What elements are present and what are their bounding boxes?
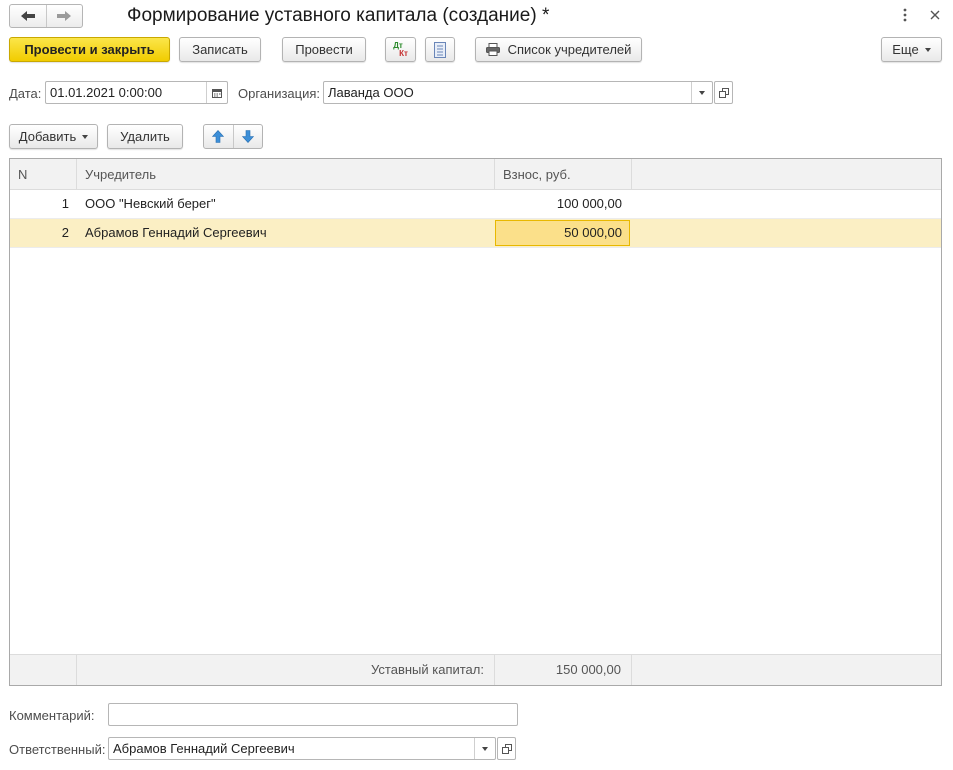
- responsible-value: Абрамов Геннадий Сергеевич: [113, 741, 295, 756]
- chevron-down-icon: [699, 90, 705, 95]
- open-window-icon: [718, 87, 729, 98]
- kt-icon-label: Кт: [399, 48, 408, 58]
- move-row-group: [203, 124, 263, 149]
- window-title: Формирование уставного капитала (создани…: [127, 5, 550, 26]
- founders-list-label: Список учредителей: [507, 42, 632, 57]
- footer-empty-cell: [10, 655, 77, 685]
- row-number: 1: [61, 196, 69, 211]
- calendar-icon: [212, 88, 222, 98]
- save-button[interactable]: Записать: [179, 37, 261, 62]
- post-and-close-button[interactable]: Провести и закрыть: [9, 37, 170, 62]
- dt-kt-button[interactable]: Дт Кт: [385, 37, 416, 62]
- chevron-down-icon: [924, 47, 931, 52]
- founder-cell[interactable]: Абрамов Геннадий Сергеевич: [85, 219, 485, 247]
- table-header: N Учредитель Взнос, руб.: [10, 159, 941, 190]
- date-field[interactable]: 01.01.2021 0:00:00: [45, 81, 228, 104]
- add-row-button[interactable]: Добавить: [9, 124, 98, 149]
- move-up-button[interactable]: [204, 125, 233, 148]
- amount-cell[interactable]: 50 000,00: [495, 219, 622, 247]
- organization-open-button[interactable]: [714, 81, 733, 104]
- chevron-down-icon: [82, 134, 89, 139]
- founders-table: N Учредитель Взнос, руб. 1 ООО "Невский …: [9, 158, 942, 686]
- date-label: Дата:: [9, 86, 42, 101]
- footer-total-value: 150 000,00: [495, 655, 632, 685]
- organization-dropdown-button[interactable]: [691, 82, 712, 103]
- responsible-open-button[interactable]: [497, 737, 516, 760]
- move-down-button[interactable]: [232, 125, 263, 148]
- printer-icon: [485, 43, 500, 56]
- post-button[interactable]: Провести: [282, 37, 366, 62]
- organization-label: Организация:: [238, 86, 321, 101]
- arrow-up-icon: [212, 130, 225, 143]
- comment-field[interactable]: [108, 703, 518, 726]
- chevron-down-icon: [482, 746, 488, 751]
- more-button[interactable]: Еще: [881, 37, 942, 62]
- responsible-field[interactable]: Абрамов Геннадий Сергеевич: [108, 737, 496, 760]
- organization-value: Лаванда ООО: [328, 85, 414, 100]
- forward-button[interactable]: [45, 5, 83, 27]
- arrow-left-icon: [20, 11, 35, 21]
- founders-list-button[interactable]: Список учредителей: [475, 37, 642, 62]
- amount-cell[interactable]: 100 000,00: [495, 190, 622, 218]
- responsible-dropdown-button[interactable]: [474, 738, 495, 759]
- column-header-n[interactable]: N: [10, 159, 77, 190]
- organization-field[interactable]: Лаванда ООО: [323, 81, 713, 104]
- history-nav: [9, 4, 83, 28]
- founder-cell[interactable]: ООО "Невский берег": [85, 190, 485, 218]
- table-row[interactable]: 1 ООО "Невский берег" 100 000,00: [10, 190, 941, 219]
- delete-row-button[interactable]: Удалить: [107, 124, 183, 149]
- table-row-selected[interactable]: 2 Абрамов Геннадий Сергеевич 50 000,00: [10, 219, 941, 248]
- column-header-founder[interactable]: Учредитель: [77, 159, 495, 190]
- responsible-label: Ответственный:: [9, 742, 106, 757]
- close-icon[interactable]: [926, 6, 944, 24]
- footer-total-label: Уставный капитал:: [77, 655, 495, 685]
- document-list-icon: [434, 41, 446, 58]
- table-footer: Уставный капитал: 150 000,00: [10, 654, 941, 685]
- calendar-button[interactable]: [206, 82, 227, 103]
- comment-label: Комментарий:: [9, 708, 95, 723]
- back-button[interactable]: [10, 5, 46, 27]
- date-value: 01.01.2021 0:00:00: [50, 85, 163, 100]
- open-window-icon: [501, 743, 512, 754]
- add-row-label: Добавить: [18, 129, 77, 144]
- row-number: 2: [61, 225, 69, 240]
- more-vert-icon[interactable]: [896, 6, 914, 24]
- more-label: Еще: [892, 42, 919, 57]
- column-header-amount[interactable]: Взнос, руб.: [495, 159, 632, 190]
- arrow-down-icon: [241, 130, 254, 143]
- document-button[interactable]: [425, 37, 455, 62]
- arrow-right-icon: [57, 11, 72, 21]
